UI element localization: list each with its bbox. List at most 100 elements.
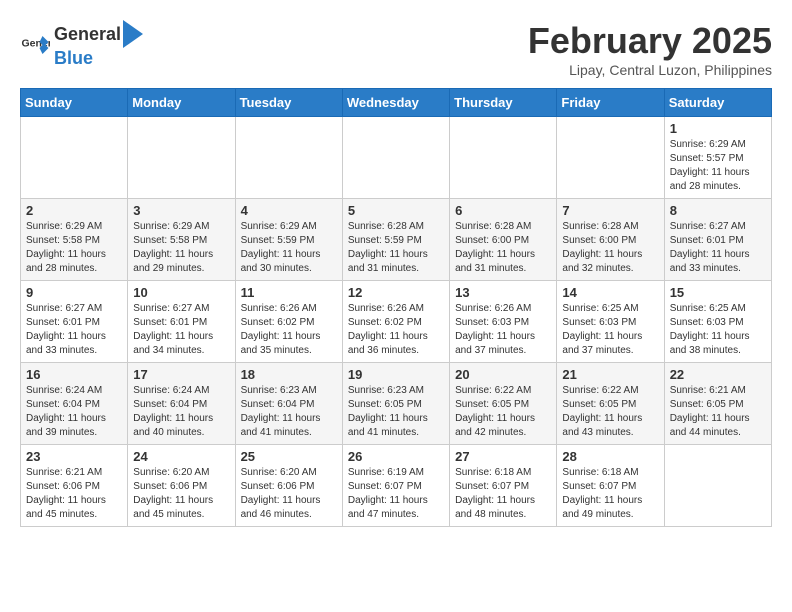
calendar-cell: 11 Sunrise: 6:26 AM Sunset: 6:02 PM Dayli… bbox=[235, 281, 342, 363]
calendar-week-1: 1Sunrise: 6:29 AM Sunset: 5:57 PM Daylig… bbox=[21, 117, 772, 199]
day-number: 26 bbox=[348, 449, 444, 464]
day-info: Sunrise: 6:26 AM Sunset: 6:02 PM Dayligh… bbox=[241, 302, 337, 358]
day-number: 4 bbox=[241, 203, 337, 218]
day-info: Sunrise: 6:18 AM Sunset: 6:07 PM Dayligh… bbox=[562, 466, 658, 522]
weekday-header-friday: Friday bbox=[557, 89, 664, 117]
calendar-header-row: SundayMondayTuesdayWednesdayThursdayFrid… bbox=[21, 89, 772, 117]
calendar-cell: 2 Sunrise: 6:29 AM Sunset: 5:58 PM Daylig… bbox=[21, 199, 128, 281]
day-number: 12 bbox=[348, 285, 444, 300]
calendar-cell: 27 Sunrise: 6:18 AM Sunset: 6:07 PM Dayli… bbox=[450, 445, 557, 527]
day-info: Sunrise: 6:24 AM Sunset: 6:04 PM Dayligh… bbox=[133, 384, 229, 440]
day-number: 17 bbox=[133, 367, 229, 382]
header: General General Blue February 2025 Lipay… bbox=[20, 20, 772, 78]
calendar-cell: 28 Sunrise: 6:18 AM Sunset: 6:07 PM Dayli… bbox=[557, 445, 664, 527]
calendar-cell: 26Sunrise: 6:19 AM Sunset: 6:07 PM Dayli… bbox=[342, 445, 449, 527]
calendar-week-3: 9 Sunrise: 6:27 AM Sunset: 6:01 PM Daylig… bbox=[21, 281, 772, 363]
day-info: Sunrise: 6:28 AM Sunset: 6:00 PM Dayligh… bbox=[562, 220, 658, 276]
day-number: 18 bbox=[241, 367, 337, 382]
day-number: 15 bbox=[670, 285, 766, 300]
calendar-cell bbox=[342, 117, 449, 199]
day-info: Sunrise: 6:27 AM Sunset: 6:01 PM Dayligh… bbox=[133, 302, 229, 358]
day-info: Sunrise: 6:24 AM Sunset: 6:04 PM Dayligh… bbox=[26, 384, 122, 440]
day-info: Sunrise: 6:20 AM Sunset: 6:06 PM Dayligh… bbox=[133, 466, 229, 522]
title-area: February 2025 Lipay, Central Luzon, Phil… bbox=[528, 20, 772, 78]
day-info: Sunrise: 6:22 AM Sunset: 6:05 PM Dayligh… bbox=[455, 384, 551, 440]
calendar-cell bbox=[128, 117, 235, 199]
calendar-cell: 13 Sunrise: 6:26 AM Sunset: 6:03 PM Dayli… bbox=[450, 281, 557, 363]
calendar-cell: 8Sunrise: 6:27 AM Sunset: 6:01 PM Daylig… bbox=[664, 199, 771, 281]
calendar-week-4: 16 Sunrise: 6:24 AM Sunset: 6:04 PM Dayli… bbox=[21, 363, 772, 445]
calendar-cell: 4 Sunrise: 6:29 AM Sunset: 5:59 PM Daylig… bbox=[235, 199, 342, 281]
day-info: Sunrise: 6:29 AM Sunset: 5:58 PM Dayligh… bbox=[133, 220, 229, 276]
day-number: 3 bbox=[133, 203, 229, 218]
day-number: 10 bbox=[133, 285, 229, 300]
day-number: 14 bbox=[562, 285, 658, 300]
location-subtitle: Lipay, Central Luzon, Philippines bbox=[528, 62, 772, 78]
calendar-cell: 9 Sunrise: 6:27 AM Sunset: 6:01 PM Daylig… bbox=[21, 281, 128, 363]
day-info: Sunrise: 6:20 AM Sunset: 6:06 PM Dayligh… bbox=[241, 466, 337, 522]
calendar-cell: 19Sunrise: 6:23 AM Sunset: 6:05 PM Dayli… bbox=[342, 363, 449, 445]
month-year-title: February 2025 bbox=[528, 20, 772, 62]
day-number: 7 bbox=[562, 203, 658, 218]
calendar-week-2: 2 Sunrise: 6:29 AM Sunset: 5:58 PM Daylig… bbox=[21, 199, 772, 281]
weekday-header-thursday: Thursday bbox=[450, 89, 557, 117]
day-info: Sunrise: 6:21 AM Sunset: 6:05 PM Dayligh… bbox=[670, 384, 766, 440]
calendar-cell bbox=[557, 117, 664, 199]
calendar-cell: 12 Sunrise: 6:26 AM Sunset: 6:02 PM Dayli… bbox=[342, 281, 449, 363]
calendar-cell: 1Sunrise: 6:29 AM Sunset: 5:57 PM Daylig… bbox=[664, 117, 771, 199]
day-info: Sunrise: 6:25 AM Sunset: 6:03 PM Dayligh… bbox=[670, 302, 766, 358]
day-info: Sunrise: 6:29 AM Sunset: 5:58 PM Dayligh… bbox=[26, 220, 122, 276]
day-number: 2 bbox=[26, 203, 122, 218]
calendar-cell bbox=[21, 117, 128, 199]
day-info: Sunrise: 6:23 AM Sunset: 6:04 PM Dayligh… bbox=[241, 384, 337, 440]
day-number: 16 bbox=[26, 367, 122, 382]
calendar-cell: 16 Sunrise: 6:24 AM Sunset: 6:04 PM Dayli… bbox=[21, 363, 128, 445]
calendar-cell: 18 Sunrise: 6:23 AM Sunset: 6:04 PM Dayli… bbox=[235, 363, 342, 445]
calendar-cell: 14 Sunrise: 6:25 AM Sunset: 6:03 PM Dayli… bbox=[557, 281, 664, 363]
calendar-cell: 10 Sunrise: 6:27 AM Sunset: 6:01 PM Dayli… bbox=[128, 281, 235, 363]
day-number: 25 bbox=[241, 449, 337, 464]
day-info: Sunrise: 6:28 AM Sunset: 5:59 PM Dayligh… bbox=[348, 220, 444, 276]
day-number: 13 bbox=[455, 285, 551, 300]
calendar-cell: 17 Sunrise: 6:24 AM Sunset: 6:04 PM Dayli… bbox=[128, 363, 235, 445]
day-info: Sunrise: 6:26 AM Sunset: 6:03 PM Dayligh… bbox=[455, 302, 551, 358]
day-info: Sunrise: 6:28 AM Sunset: 6:00 PM Dayligh… bbox=[455, 220, 551, 276]
calendar-cell: 20 Sunrise: 6:22 AM Sunset: 6:05 PM Dayli… bbox=[450, 363, 557, 445]
day-number: 21 bbox=[562, 367, 658, 382]
weekday-header-monday: Monday bbox=[128, 89, 235, 117]
day-info: Sunrise: 6:18 AM Sunset: 6:07 PM Dayligh… bbox=[455, 466, 551, 522]
calendar-cell: 15 Sunrise: 6:25 AM Sunset: 6:03 PM Dayli… bbox=[664, 281, 771, 363]
day-number: 6 bbox=[455, 203, 551, 218]
day-number: 1 bbox=[670, 121, 766, 136]
day-info: Sunrise: 6:25 AM Sunset: 6:03 PM Dayligh… bbox=[562, 302, 658, 358]
logo-icon: General bbox=[20, 30, 50, 60]
day-number: 28 bbox=[562, 449, 658, 464]
logo-blue-text: Blue bbox=[54, 48, 93, 68]
logo-general-text: General bbox=[54, 24, 121, 45]
calendar-cell: 6 Sunrise: 6:28 AM Sunset: 6:00 PM Daylig… bbox=[450, 199, 557, 281]
day-number: 11 bbox=[241, 285, 337, 300]
day-number: 27 bbox=[455, 449, 551, 464]
logo-arrow-icon bbox=[123, 20, 143, 48]
calendar-cell: 21 Sunrise: 6:22 AM Sunset: 6:05 PM Dayli… bbox=[557, 363, 664, 445]
day-number: 22 bbox=[670, 367, 766, 382]
calendar-cell: 5 Sunrise: 6:28 AM Sunset: 5:59 PM Daylig… bbox=[342, 199, 449, 281]
calendar-cell: 24Sunrise: 6:20 AM Sunset: 6:06 PM Dayli… bbox=[128, 445, 235, 527]
day-info: Sunrise: 6:26 AM Sunset: 6:02 PM Dayligh… bbox=[348, 302, 444, 358]
weekday-header-sunday: Sunday bbox=[21, 89, 128, 117]
logo: General General Blue bbox=[20, 20, 143, 69]
calendar-table: SundayMondayTuesdayWednesdayThursdayFrid… bbox=[20, 88, 772, 527]
day-info: Sunrise: 6:27 AM Sunset: 6:01 PM Dayligh… bbox=[26, 302, 122, 358]
calendar-cell: 25 Sunrise: 6:20 AM Sunset: 6:06 PM Dayli… bbox=[235, 445, 342, 527]
day-info: Sunrise: 6:22 AM Sunset: 6:05 PM Dayligh… bbox=[562, 384, 658, 440]
calendar-cell: 7 Sunrise: 6:28 AM Sunset: 6:00 PM Daylig… bbox=[557, 199, 664, 281]
day-number: 23 bbox=[26, 449, 122, 464]
day-number: 8 bbox=[670, 203, 766, 218]
weekday-header-saturday: Saturday bbox=[664, 89, 771, 117]
day-info: Sunrise: 6:29 AM Sunset: 5:59 PM Dayligh… bbox=[241, 220, 337, 276]
calendar-cell bbox=[235, 117, 342, 199]
calendar-cell bbox=[450, 117, 557, 199]
day-number: 9 bbox=[26, 285, 122, 300]
day-number: 5 bbox=[348, 203, 444, 218]
day-number: 20 bbox=[455, 367, 551, 382]
